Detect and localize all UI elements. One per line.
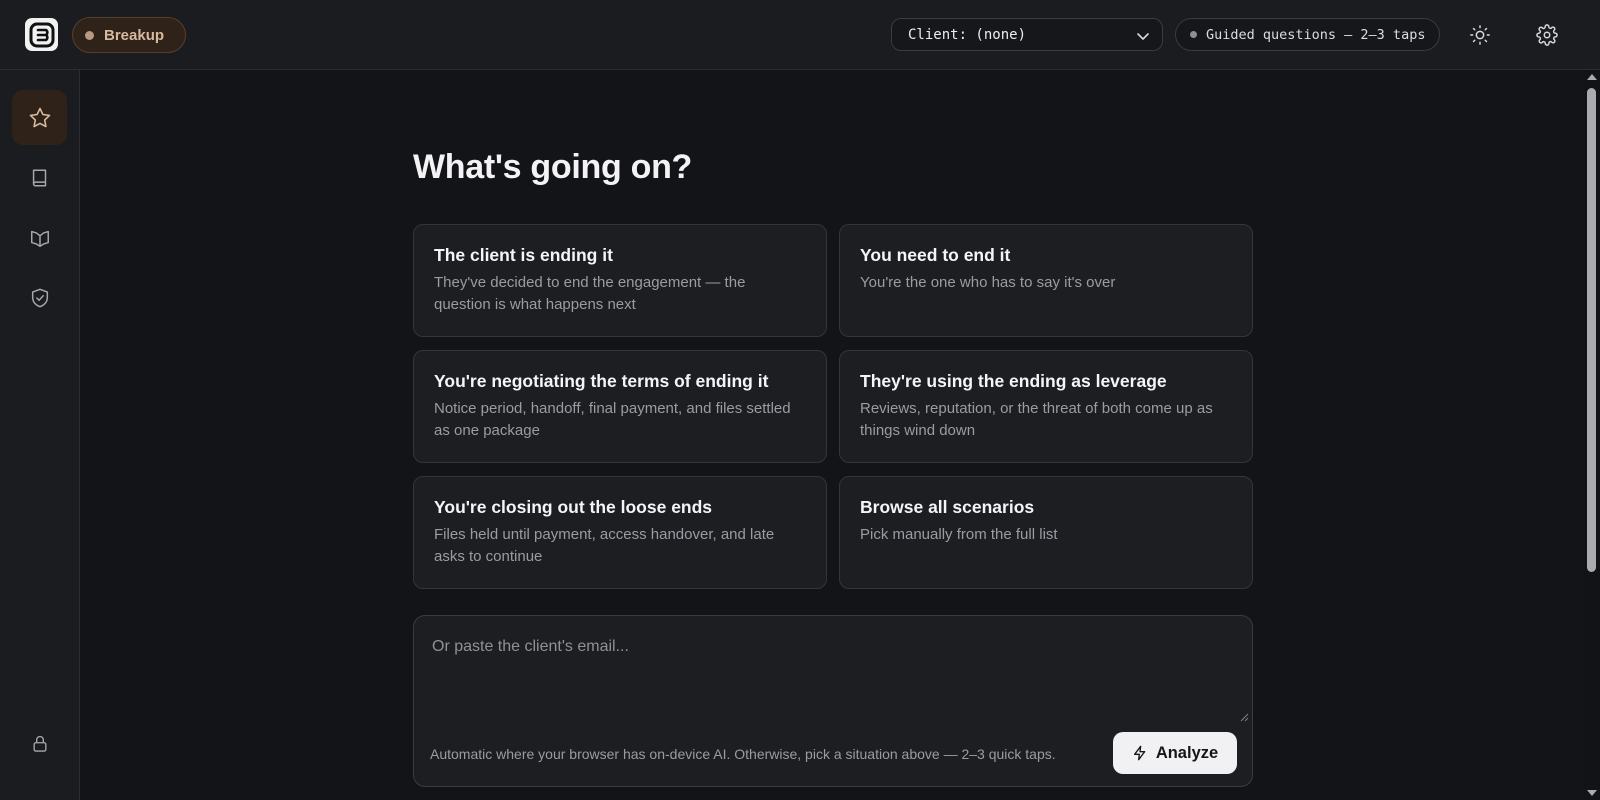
lock-icon	[33, 735, 46, 752]
analyze-button[interactable]: Analyze	[1113, 732, 1237, 774]
analyze-button-label: Analyze	[1155, 743, 1219, 762]
top-header: Breakup Client: (none) Guided questions …	[0, 0, 1600, 70]
scenario-card-loose-ends[interactable]: You're closing out the loose ends Files …	[413, 476, 827, 589]
mode-status-dot	[85, 30, 94, 40]
card-description: Files held until payment, access handove…	[434, 526, 775, 565]
scroll-down-arrow-icon[interactable]	[1587, 790, 1597, 796]
card-title: You're closing out the loose ends	[434, 497, 713, 517]
gear-icon[interactable]	[1534, 22, 1560, 48]
mode-label: Breakup	[104, 26, 165, 44]
card-title: You're negotiating the terms of ending i…	[434, 371, 769, 391]
card-title: Browse all scenarios	[860, 497, 1035, 517]
scenario-card-leverage[interactable]: They're using the ending as leverage Rev…	[839, 350, 1253, 463]
sidebar-item-scenarios[interactable]	[12, 90, 67, 145]
scenario-card-client-ending[interactable]: The client is ending it They've decided …	[413, 224, 827, 337]
page-scrollbar[interactable]	[1583, 70, 1600, 800]
shield-check-icon	[31, 288, 48, 307]
scenario-card-browse-all[interactable]: Browse all scenarios Pick manually from …	[839, 476, 1253, 589]
scenario-card-you-end[interactable]: You need to end it You're the one who ha…	[839, 224, 1253, 337]
sidebar-item-playbook[interactable]	[12, 210, 67, 265]
email-paste-panel: Automatic where your browser has on-devi…	[413, 615, 1253, 787]
sidebar-item-protection[interactable]	[12, 270, 67, 325]
sun-icon[interactable]	[1467, 22, 1493, 48]
page-title: What's going on?	[413, 148, 693, 186]
scrollbar-thumb[interactable]	[1587, 88, 1596, 572]
main-content: What's going on? The client is ending it…	[80, 70, 1583, 800]
scenario-card-negotiating[interactable]: You're negotiating the terms of ending i…	[413, 350, 827, 463]
card-description: They've decided to end the engagement — …	[434, 274, 746, 313]
card-title: They're using the ending as leverage	[860, 371, 1167, 391]
card-title: The client is ending it	[434, 245, 613, 265]
guided-status-dot	[1190, 31, 1197, 38]
brand-logo-icon[interactable]	[25, 18, 58, 51]
card-description: You're the one who has to say it's over	[860, 274, 1116, 291]
card-description: Pick manually from the full list	[860, 526, 1058, 543]
scroll-up-arrow-icon[interactable]	[1587, 74, 1597, 80]
guided-questions-badge[interactable]: Guided questions — 2–3 taps	[1175, 18, 1440, 51]
resize-grip-icon[interactable]	[1239, 712, 1249, 722]
card-description: Reviews, reputation, or the threat of bo…	[860, 400, 1213, 439]
card-description: Notice period, handoff, final payment, a…	[434, 400, 791, 439]
email-paste-input[interactable]	[414, 616, 1252, 724]
analyze-hint-text: Automatic where your browser has on-devi…	[430, 746, 1056, 762]
chevron-down-icon	[1137, 33, 1149, 40]
lightning-icon	[1133, 745, 1146, 761]
client-select-value: Client: (none)	[908, 26, 1027, 43]
card-title: You need to end it	[860, 245, 1011, 265]
guided-label: Guided questions — 2–3 taps	[1206, 26, 1426, 43]
open-book-icon	[30, 230, 49, 247]
book-icon	[32, 168, 46, 187]
mode-badge[interactable]: Breakup	[72, 17, 186, 53]
sidebar	[0, 70, 80, 800]
sidebar-item-lock[interactable]	[12, 716, 67, 771]
star-icon	[29, 107, 50, 127]
client-select[interactable]: Client: (none)	[891, 18, 1163, 51]
sidebar-item-library[interactable]	[12, 150, 67, 205]
